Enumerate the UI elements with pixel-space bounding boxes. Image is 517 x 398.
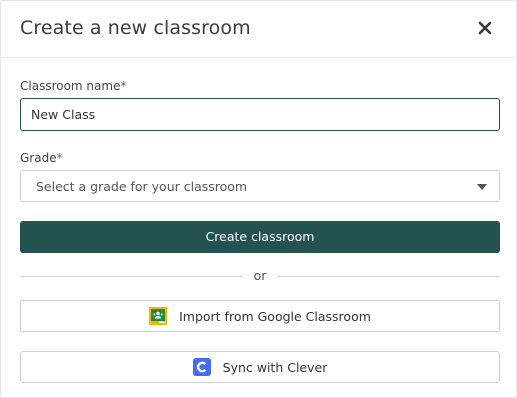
classroom-name-label: Classroom name* xyxy=(20,79,127,93)
divider-or-text: or xyxy=(253,268,267,283)
grade-label: Grade* xyxy=(20,151,63,165)
import-google-classroom-button[interactable]: Import from Google Classroom xyxy=(20,300,500,332)
divider-line-right xyxy=(278,276,500,277)
import-google-classroom-label: Import from Google Classroom xyxy=(179,308,371,324)
create-classroom-button[interactable]: Create classroom xyxy=(20,221,500,253)
create-classroom-dialog: Create a new classroom Classroom name* G… xyxy=(0,0,517,398)
grade-select[interactable]: Select a grade for your classroom xyxy=(20,170,500,202)
dialog-header: Create a new classroom xyxy=(1,1,516,58)
caret-down-icon xyxy=(477,184,487,190)
sync-clever-button[interactable]: Sync with Clever xyxy=(20,351,500,383)
close-button[interactable] xyxy=(477,20,493,36)
grade-select-value: Select a grade for your classroom xyxy=(36,179,248,194)
clever-icon xyxy=(192,358,211,376)
divider-line-left xyxy=(20,276,242,277)
close-icon xyxy=(478,21,492,35)
sync-clever-label: Sync with Clever xyxy=(222,359,328,375)
dialog-title: Create a new classroom xyxy=(20,17,251,39)
required-asterisk: * xyxy=(56,151,63,165)
required-asterisk: * xyxy=(120,79,127,93)
google-classroom-icon xyxy=(149,307,168,325)
classroom-name-input[interactable] xyxy=(20,98,500,131)
